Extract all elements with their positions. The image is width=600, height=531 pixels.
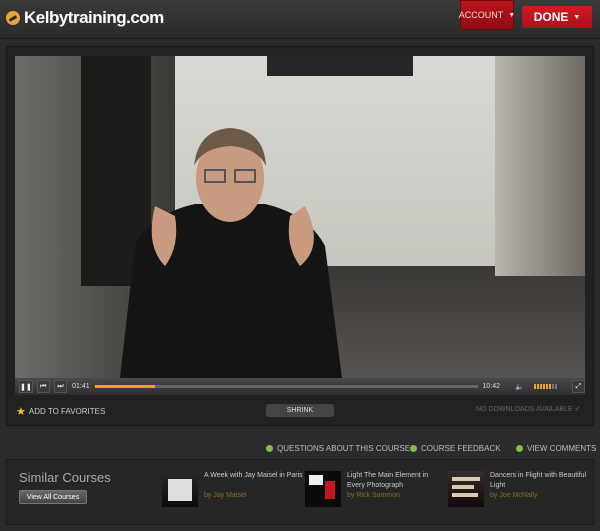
course-thumbnail[interactable]: [305, 471, 341, 507]
course-title[interactable]: A Week with Jay Maisel in Paris: [204, 471, 304, 481]
done-label: DONE: [533, 10, 569, 24]
questions-label: QUESTIONS ABOUT THIS COURSE: [277, 444, 411, 453]
shrink-label: SHRINK: [286, 407, 314, 414]
chevron-down-icon: ▼: [508, 11, 516, 19]
player-controls: ❚❚ ⏮ ⏭ 01:41 10:42 🔈 ⤢: [15, 378, 585, 395]
check-icon: ✔: [574, 406, 581, 413]
fullscreen-button[interactable]: ⤢: [571, 380, 585, 393]
volume-bar: [533, 384, 536, 389]
add-to-favorites-link[interactable]: ★ ADD TO FAVORITES: [16, 405, 105, 418]
similar-courses-title: Similar Courses: [19, 470, 111, 485]
view-comments-link[interactable]: VIEW COMMENTS: [516, 444, 596, 453]
course-author: by Jay Maisel: [204, 492, 247, 499]
chevron-down-icon: ▼: [573, 13, 581, 21]
next-button[interactable]: ⏭: [53, 380, 68, 393]
star-icon: ★: [16, 406, 26, 418]
view-all-courses-button[interactable]: View All Courses: [19, 490, 87, 504]
feedback-label: COURSE FEEDBACK: [421, 444, 501, 453]
presenter-figure: [120, 128, 342, 378]
volume-bar: [545, 384, 548, 389]
course-title[interactable]: Light The Main Element in Every Photogra…: [347, 471, 447, 491]
no-downloads-label: NO DOWNLOADS AVAILABLE: [476, 406, 573, 413]
course-thumbnail[interactable]: [162, 471, 198, 507]
pause-button[interactable]: ❚❚: [19, 380, 33, 393]
seek-progress: [94, 385, 155, 388]
video-studio-right: [495, 56, 585, 276]
course-feedback-link[interactable]: COURSE FEEDBACK: [410, 444, 501, 453]
comments-icon: [516, 445, 523, 452]
course-author: by Joe McNally: [490, 492, 538, 499]
course-author: by Rick Sammon: [347, 492, 400, 499]
video-softbox: [267, 56, 413, 76]
volume-icon[interactable]: 🔈: [515, 383, 524, 391]
view-all-label: View All Courses: [26, 493, 80, 501]
similar-course-item[interactable]: A Week with Jay Maisel in Paris by Jay M…: [162, 471, 304, 511]
logo-text: Kelbytraining.com: [24, 8, 164, 27]
time-total: 10:42: [482, 383, 501, 390]
logo-icon: [6, 11, 20, 25]
volume-bar: [539, 384, 542, 389]
seek-bar[interactable]: [94, 385, 478, 388]
volume-bar: [542, 384, 545, 389]
question-icon: [266, 445, 273, 452]
volume-bar: [551, 384, 554, 389]
logo[interactable]: Kelbytraining.com: [6, 8, 164, 28]
video-frame[interactable]: [15, 56, 585, 378]
volume-bar: [548, 384, 551, 389]
top-header: Kelbytraining.com ACCOUNT ▼ DONE ▼: [0, 0, 600, 39]
questions-link[interactable]: QUESTIONS ABOUT THIS COURSE: [266, 444, 410, 453]
course-thumbnail[interactable]: [448, 471, 484, 507]
feedback-icon: [410, 445, 417, 452]
volume-slider[interactable]: [533, 384, 558, 389]
shrink-button[interactable]: SHRINK: [266, 404, 334, 417]
course-title[interactable]: Dancers in Flight with Beautiful Light: [490, 471, 590, 491]
previous-button[interactable]: ⏮: [36, 380, 50, 393]
volume-bar: [554, 384, 557, 389]
time-current: 01:41: [72, 383, 90, 390]
similar-course-item[interactable]: Light The Main Element in Every Photogra…: [305, 471, 445, 511]
account-label: ACCOUNT: [458, 10, 504, 20]
volume-bar: [536, 384, 539, 389]
done-button[interactable]: DONE ▼: [522, 6, 592, 28]
favorites-label: ADD TO FAVORITES: [28, 407, 106, 416]
account-button[interactable]: ACCOUNT ▼: [458, 0, 516, 30]
comments-label: VIEW COMMENTS: [527, 444, 597, 453]
no-downloads-status: NO DOWNLOADS AVAILABLE ✔: [476, 405, 580, 413]
similar-course-item[interactable]: Dancers in Flight with Beautiful Light b…: [448, 471, 588, 511]
